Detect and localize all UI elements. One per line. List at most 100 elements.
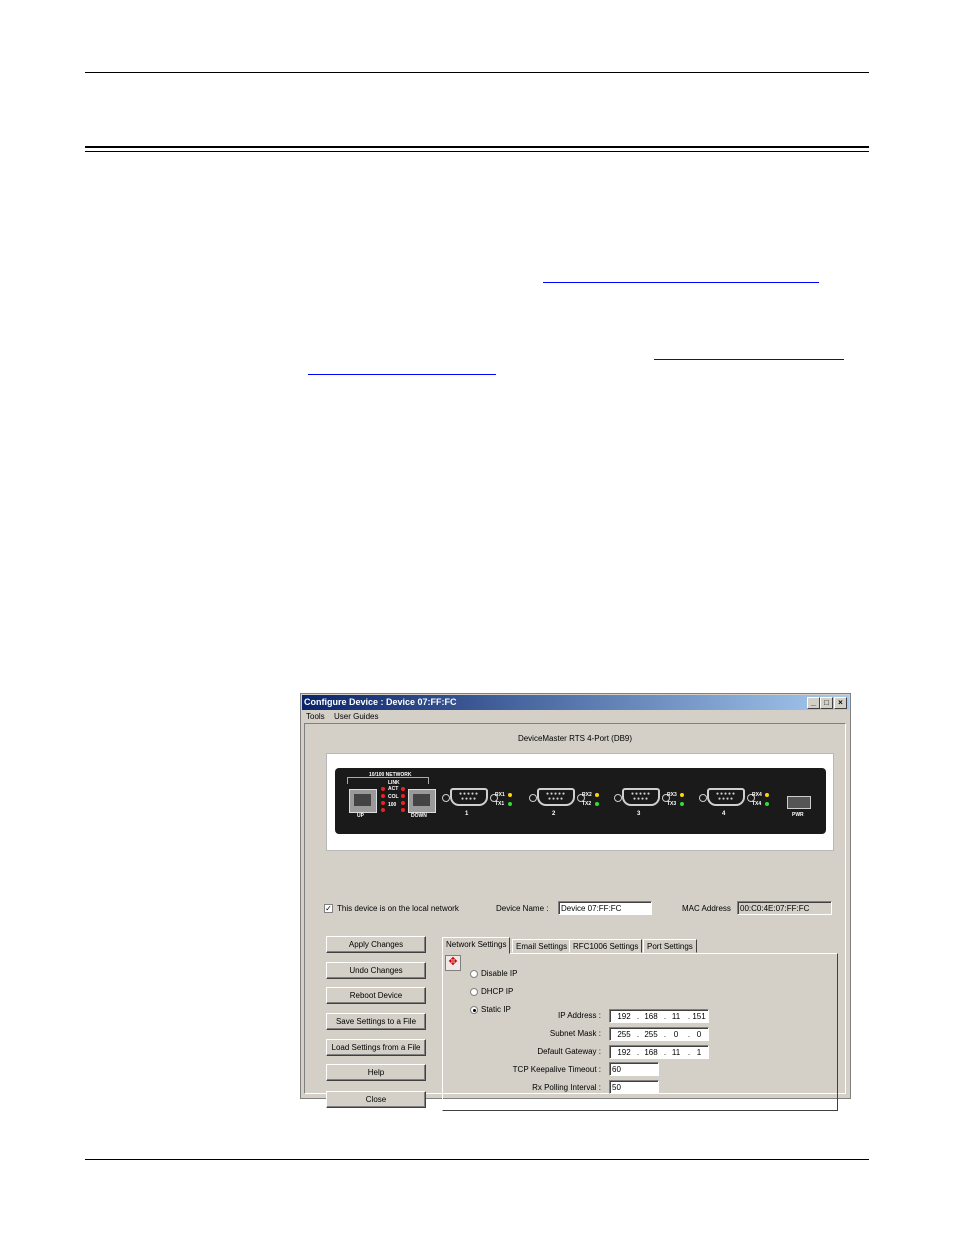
- static-ip-label: Static IP: [481, 1005, 511, 1014]
- led-label-col: COL: [388, 794, 399, 800]
- close-button[interactable]: Close: [326, 1091, 426, 1108]
- header-rule-double-a: [85, 146, 869, 148]
- window-title: Configure Device : Device 07:FF:FC: [304, 697, 457, 707]
- save-settings-button[interactable]: Save Settings to a File: [326, 1013, 426, 1030]
- ip-address-input[interactable]: 192. 168. 11. 151: [609, 1009, 709, 1023]
- led-green-icon: [595, 802, 599, 806]
- led-red-icon: [381, 808, 385, 812]
- static-ip-radio[interactable]: [470, 1006, 478, 1014]
- network-settings-panel: ✥ Disable IP DHCP IP Static IP IP Addres…: [442, 953, 838, 1111]
- led-red-icon: [401, 794, 405, 798]
- tcp-keepalive-label: TCP Keepalive Timeout :: [512, 1065, 601, 1074]
- maximize-button[interactable]: □: [820, 697, 833, 709]
- led-red-icon: [381, 794, 385, 798]
- port-3-tx-label: TX3: [667, 801, 677, 807]
- device-front-panel-image: 10/100 NETWORK UP LINK ACT COL 100 DOWN: [335, 768, 826, 834]
- port-2-tx-label: TX2: [582, 801, 592, 807]
- device-name-input[interactable]: Device 07:FF:FC: [558, 901, 652, 915]
- port-4-tx-label: TX4: [752, 801, 762, 807]
- device-model-title: DeviceMaster RTS 4-Port (DB9): [517, 734, 633, 743]
- default-gateway-label: Default Gateway :: [537, 1047, 601, 1056]
- tab-network-settings[interactable]: Network Settings: [442, 937, 511, 954]
- rx-polling-label: Rx Polling Interval :: [532, 1083, 601, 1092]
- db9-port-1-icon: ●●●●● ●●●●: [450, 788, 488, 806]
- disable-ip-label: Disable IP: [481, 969, 518, 978]
- menu-user-guides[interactable]: User Guides: [334, 710, 378, 723]
- screw-icon: [442, 794, 450, 802]
- header-rule-top: [85, 72, 869, 73]
- hyperlink-underline[interactable]: [654, 359, 844, 360]
- tab-email-settings[interactable]: Email Settings: [512, 939, 572, 953]
- ip-address-label: IP Address :: [558, 1011, 601, 1020]
- close-window-button[interactable]: ×: [834, 697, 847, 709]
- led-red-icon: [381, 787, 385, 791]
- led-label-act: ACT: [388, 786, 399, 792]
- subnet-mask-input[interactable]: 255. 255. 0. 0: [609, 1027, 709, 1041]
- device-name-label: Device Name :: [496, 904, 549, 913]
- screw-icon: [699, 794, 707, 802]
- power-connector-icon: [787, 796, 811, 809]
- screw-icon: [529, 794, 537, 802]
- load-settings-button[interactable]: Load Settings from a File: [326, 1039, 426, 1056]
- led-red-icon: [401, 808, 405, 812]
- device-image-frame: 10/100 NETWORK UP LINK ACT COL 100 DOWN: [326, 753, 834, 851]
- network-label: 10/100 NETWORK: [369, 772, 412, 778]
- led-yellow-icon: [508, 793, 512, 797]
- move-icon[interactable]: ✥: [445, 955, 461, 971]
- db9-port-2-icon: ●●●●● ●●●●: [537, 788, 575, 806]
- led-green-icon: [680, 802, 684, 806]
- led-red-icon: [401, 801, 405, 805]
- tcp-keepalive-input[interactable]: 60: [609, 1062, 659, 1076]
- port-2-number: 2: [552, 811, 556, 817]
- db9-port-3-icon: ●●●●● ●●●●: [622, 788, 660, 806]
- mac-address-field: 00:C0:4E:07:FF:FC: [737, 901, 832, 915]
- led-green-icon: [508, 802, 512, 806]
- pwr-label: PWR: [792, 812, 804, 818]
- configure-device-window: Configure Device : Device 07:FF:FC _ □ ×…: [300, 693, 851, 1111]
- local-network-label: This device is on the local network: [337, 904, 459, 913]
- port-4-rx-label: RX4: [752, 792, 762, 798]
- tab-rfc1006-settings[interactable]: RFC1006 Settings: [569, 939, 643, 953]
- help-button[interactable]: Help: [326, 1064, 426, 1081]
- disable-ip-radio[interactable]: [470, 970, 478, 978]
- tab-port-settings[interactable]: Port Settings: [643, 939, 697, 953]
- screw-icon: [614, 794, 622, 802]
- menu-bar: Tools User Guides: [302, 710, 849, 723]
- default-gateway-input[interactable]: 192. 168. 11. 1: [609, 1045, 709, 1059]
- port-3-rx-label: RX3: [667, 792, 677, 798]
- port-4-number: 4: [722, 811, 726, 817]
- up-port-label: UP: [357, 813, 364, 819]
- local-network-checkbox[interactable]: ✓: [324, 904, 333, 913]
- minimize-button[interactable]: _: [807, 697, 820, 709]
- port-3-number: 3: [637, 811, 641, 817]
- up-port-icon: [349, 789, 377, 813]
- subnet-mask-label: Subnet Mask :: [549, 1029, 601, 1038]
- led-green-icon: [765, 802, 769, 806]
- port-1-number: 1: [465, 811, 469, 817]
- reboot-device-button[interactable]: Reboot Device: [326, 987, 426, 1004]
- led-yellow-icon: [765, 793, 769, 797]
- port-1-tx-label: TX1: [495, 801, 505, 807]
- down-port-icon: [408, 789, 436, 813]
- dhcp-ip-radio[interactable]: [470, 988, 478, 996]
- main-panel: DeviceMaster RTS 4-Port (DB9) 10/100 NET…: [304, 723, 846, 1111]
- footer-rule: [85, 1159, 869, 1160]
- apply-changes-button[interactable]: Apply Changes: [326, 936, 426, 953]
- hyperlink-underline[interactable]: [308, 374, 496, 375]
- mac-address-label: MAC Address: [682, 904, 731, 913]
- rx-polling-input[interactable]: 50: [609, 1080, 659, 1094]
- led-label-100: 100: [388, 802, 397, 808]
- port-1-rx-label: RX1: [495, 792, 505, 798]
- undo-changes-button[interactable]: Undo Changes: [326, 962, 426, 979]
- hyperlink-underline[interactable]: [543, 282, 819, 283]
- dhcp-ip-label: DHCP IP: [481, 987, 514, 996]
- led-red-icon: [381, 801, 385, 805]
- led-red-icon: [401, 787, 405, 791]
- down-port-label: DOWN: [411, 813, 427, 819]
- db9-port-4-icon: ●●●●● ●●●●: [707, 788, 745, 806]
- menu-tools[interactable]: Tools: [306, 710, 325, 723]
- led-yellow-icon: [680, 793, 684, 797]
- title-bar: Configure Device : Device 07:FF:FC _ □ ×: [302, 695, 849, 710]
- led-yellow-icon: [595, 793, 599, 797]
- checkmark-icon: ✓: [325, 904, 332, 913]
